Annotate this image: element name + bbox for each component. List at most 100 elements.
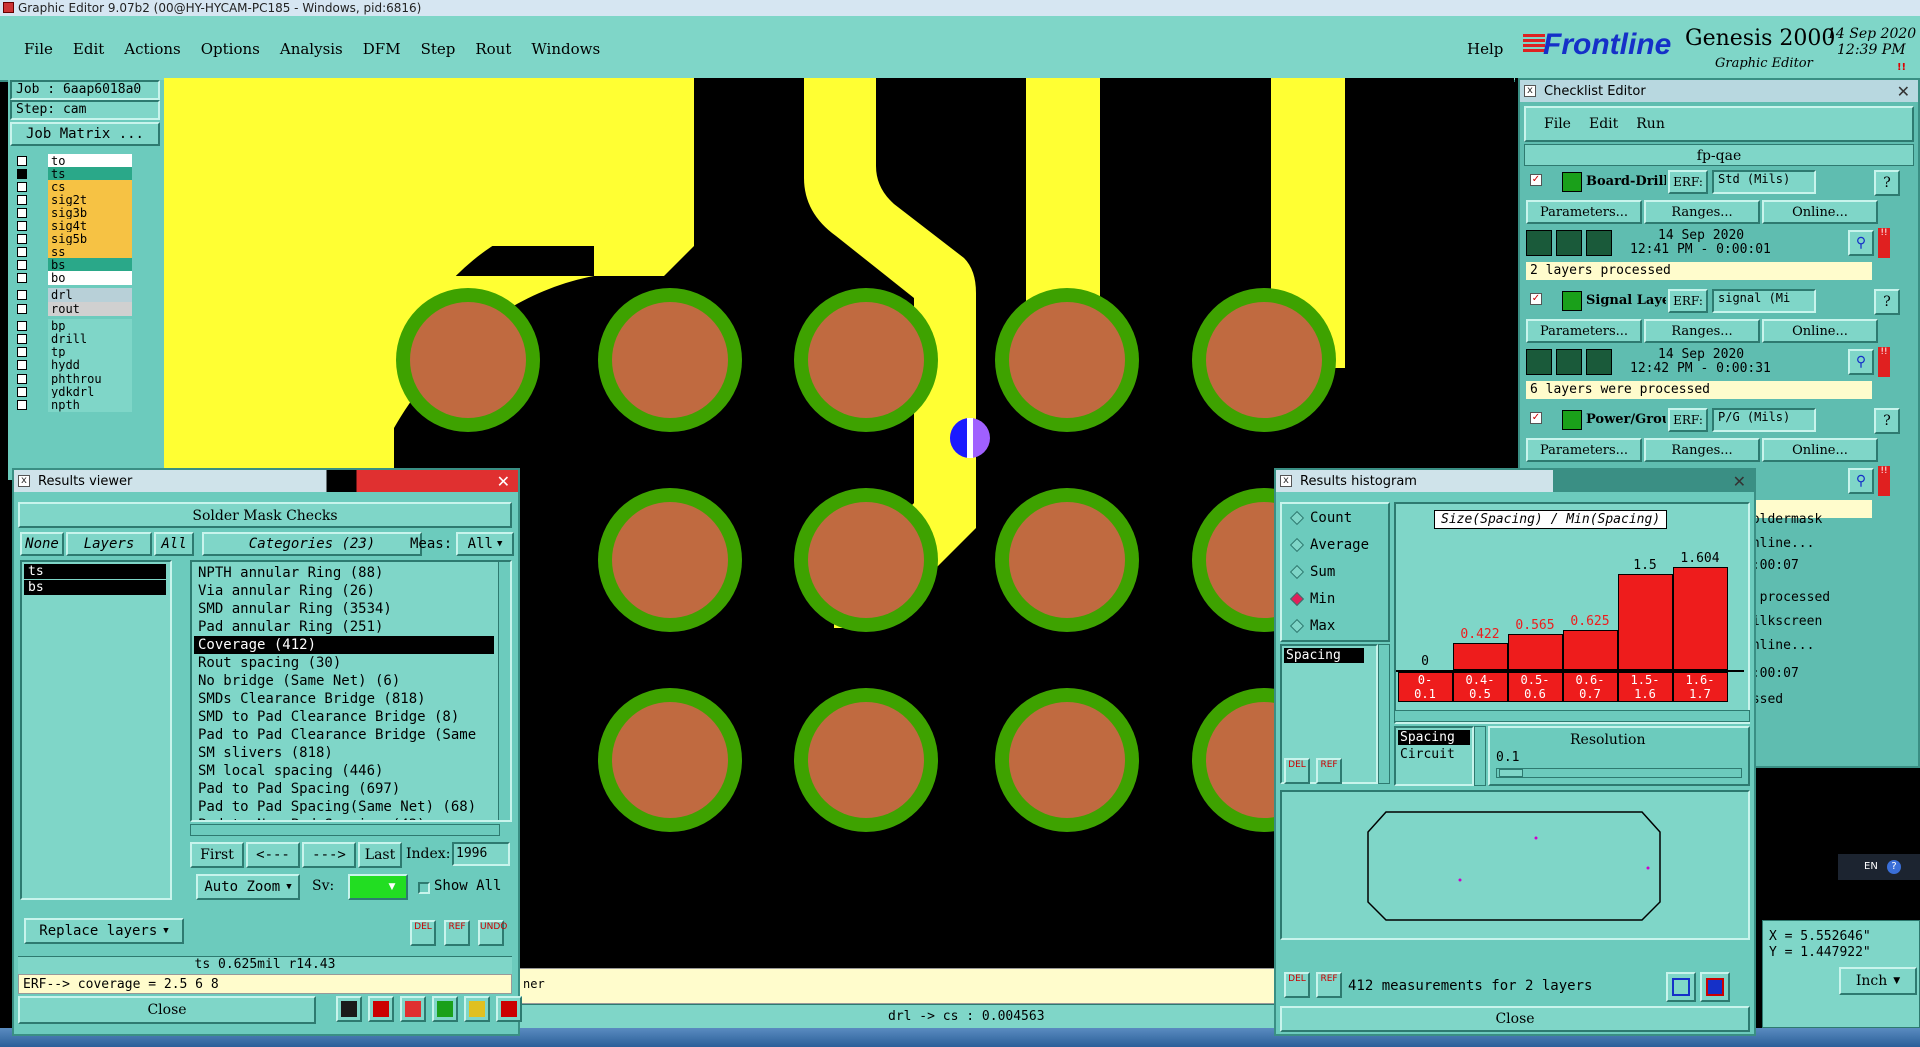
layer-checkbox[interactable] <box>17 260 27 270</box>
hist-ref-button[interactable]: REF <box>1316 758 1342 784</box>
cross-icon[interactable] <box>400 996 426 1022</box>
layer-name[interactable]: drl <box>48 288 132 302</box>
category-item[interactable]: Pad annular Ring (251) <box>194 618 494 636</box>
check-name[interactable]: Signal Layer Ch <box>1586 293 1666 308</box>
erf-button[interactable]: ERF: <box>1668 170 1708 194</box>
layer-name[interactable]: to <box>48 154 132 168</box>
menu-analysis[interactable]: Analysis <box>280 40 343 58</box>
bin-label-box[interactable]: 0.4- 0.5 <box>1453 672 1508 702</box>
job-matrix-button[interactable]: Job Matrix ... <box>10 122 160 146</box>
parameters-button[interactable]: Parameters... <box>1526 200 1642 224</box>
next-button[interactable]: ---> <box>302 842 356 868</box>
auto-zoom-select[interactable]: Auto Zoom ▼ <box>196 874 300 900</box>
category-item[interactable]: Rout spacing (30) <box>194 654 494 672</box>
close-icon[interactable]: ✕ <box>497 472 510 491</box>
bin-label-box[interactable]: 0.5- 0.6 <box>1508 672 1563 702</box>
layer-checkbox[interactable] <box>17 273 27 283</box>
layer-name[interactable]: ss <box>48 245 132 259</box>
layer-name[interactable]: ts <box>48 167 132 181</box>
layer-name[interactable]: drill <box>48 332 132 346</box>
category-item[interactable]: SM local spacing (446) <box>194 762 494 780</box>
online-button[interactable]: Online... <box>1762 319 1878 343</box>
layer-row-drl[interactable]: drl <box>12 288 132 303</box>
export-icon[interactable] <box>1666 972 1696 1002</box>
print-icon[interactable] <box>1700 972 1730 1002</box>
layer-checkbox[interactable] <box>17 321 27 331</box>
layer-checkbox[interactable] <box>17 195 27 205</box>
menu-dfm[interactable]: DFM <box>363 40 401 58</box>
spacing-item[interactable]: Spacing <box>1398 730 1470 745</box>
hist-del-button[interactable]: DEL <box>1284 758 1310 784</box>
online-button[interactable]: Online... <box>1762 200 1878 224</box>
category-item[interactable]: SMD annular Ring (3534) <box>194 600 494 618</box>
layer-name[interactable]: npth <box>48 398 132 412</box>
results-layer-item[interactable]: bs <box>24 580 166 595</box>
preview-ref-button[interactable]: REF <box>1316 972 1342 998</box>
close-icon[interactable]: ✕ <box>1733 472 1746 491</box>
zoom-icon[interactable]: ⚲ <box>1848 230 1874 256</box>
resolution-slider[interactable] <box>1496 768 1742 778</box>
categories-button[interactable]: Categories (23) <box>202 532 422 556</box>
mode-max-radio[interactable]: Max <box>1282 612 1388 639</box>
category-item[interactable]: Pad to Pad Clearance Bridge (Same <box>194 726 494 744</box>
histogram-bar[interactable] <box>1508 634 1563 670</box>
layer-checkbox[interactable] <box>17 374 27 384</box>
histogram-icon[interactable] <box>496 996 522 1022</box>
layer-name[interactable]: bs <box>48 258 132 272</box>
first-button[interactable]: First <box>190 842 244 868</box>
category-item[interactable]: Pad to Pad Spacing (697) <box>194 780 494 798</box>
layer-checkbox[interactable] <box>17 169 27 179</box>
histogram-bar[interactable] <box>1453 643 1508 670</box>
vertical-scrollbar[interactable] <box>498 562 510 820</box>
layer-name[interactable]: tp <box>48 345 132 359</box>
layer-checkbox[interactable] <box>17 387 27 397</box>
prev-button[interactable]: <--- <box>246 842 300 868</box>
erf-value[interactable]: P/G (Mils) <box>1712 408 1816 432</box>
zoom-icon[interactable]: ⚲ <box>1848 349 1874 375</box>
check-name[interactable]: Power/Ground C <box>1586 412 1666 427</box>
layer-checkbox[interactable] <box>17 347 27 357</box>
layer-checkbox[interactable] <box>17 234 27 244</box>
layer-checkbox[interactable] <box>17 247 27 257</box>
checklist-menu-run[interactable]: Run <box>1636 116 1665 132</box>
histogram-list-item[interactable]: Spacing <box>1284 648 1364 663</box>
bin-label-box[interactable]: 1.6- 1.7 <box>1673 672 1728 702</box>
mode-min-radio[interactable]: Min <box>1282 585 1388 612</box>
list-scrollbar[interactable] <box>1378 644 1390 784</box>
menu-help[interactable]: Help <box>1467 40 1503 58</box>
layer-checkbox[interactable] <box>17 304 27 314</box>
all-button[interactable]: All <box>154 532 194 556</box>
histogram-bar[interactable] <box>1563 630 1618 670</box>
layer-name[interactable]: bo <box>48 271 132 285</box>
layer-checkbox[interactable] <box>17 334 27 344</box>
layer-checkbox[interactable] <box>17 290 27 300</box>
check-icon[interactable] <box>432 996 458 1022</box>
histogram-bar[interactable] <box>1673 567 1728 670</box>
histogram-close-button[interactable]: Close <box>1280 1006 1750 1032</box>
bin-label-box[interactable]: 0.6- 0.7 <box>1563 672 1618 702</box>
menu-options[interactable]: Options <box>201 40 260 58</box>
layer-name[interactable]: rout <box>48 302 132 316</box>
category-item[interactable]: SM slivers (818) <box>194 744 494 762</box>
ranges-button[interactable]: Ranges... <box>1644 319 1760 343</box>
category-item[interactable]: NPTH annular Ring (88) <box>194 564 494 582</box>
preview-del-button[interactable]: DEL <box>1284 972 1310 998</box>
ref-button[interactable]: REF <box>444 920 470 946</box>
checklist-menu-edit[interactable]: Edit <box>1589 116 1618 132</box>
category-item[interactable]: No bridge (Same Net) (6) <box>194 672 494 690</box>
stop-icon[interactable] <box>368 996 394 1022</box>
category-item[interactable]: Via annular Ring (26) <box>194 582 494 600</box>
layer-row-bo[interactable]: bo <box>12 271 132 286</box>
replace-layers-select[interactable]: Replace layers ▼ <box>24 918 184 944</box>
zoom-icon[interactable]: ⚲ <box>1848 468 1874 494</box>
erf-button[interactable]: ERF: <box>1668 289 1708 313</box>
erf-value[interactable]: Std (Mils) <box>1712 170 1816 194</box>
parameters-button[interactable]: Parameters... <box>1526 319 1642 343</box>
layer-checkbox[interactable] <box>17 208 27 218</box>
ranges-button[interactable]: Ranges... <box>1644 200 1760 224</box>
unit-select[interactable]: Inch ▼ <box>1839 967 1917 995</box>
menu-file[interactable]: File <box>24 40 53 58</box>
check-enable-checkbox[interactable]: ✓ <box>1530 293 1542 305</box>
menu-rout[interactable]: Rout <box>475 40 511 58</box>
bin-label-box[interactable]: 1.5- 1.6 <box>1618 672 1673 702</box>
